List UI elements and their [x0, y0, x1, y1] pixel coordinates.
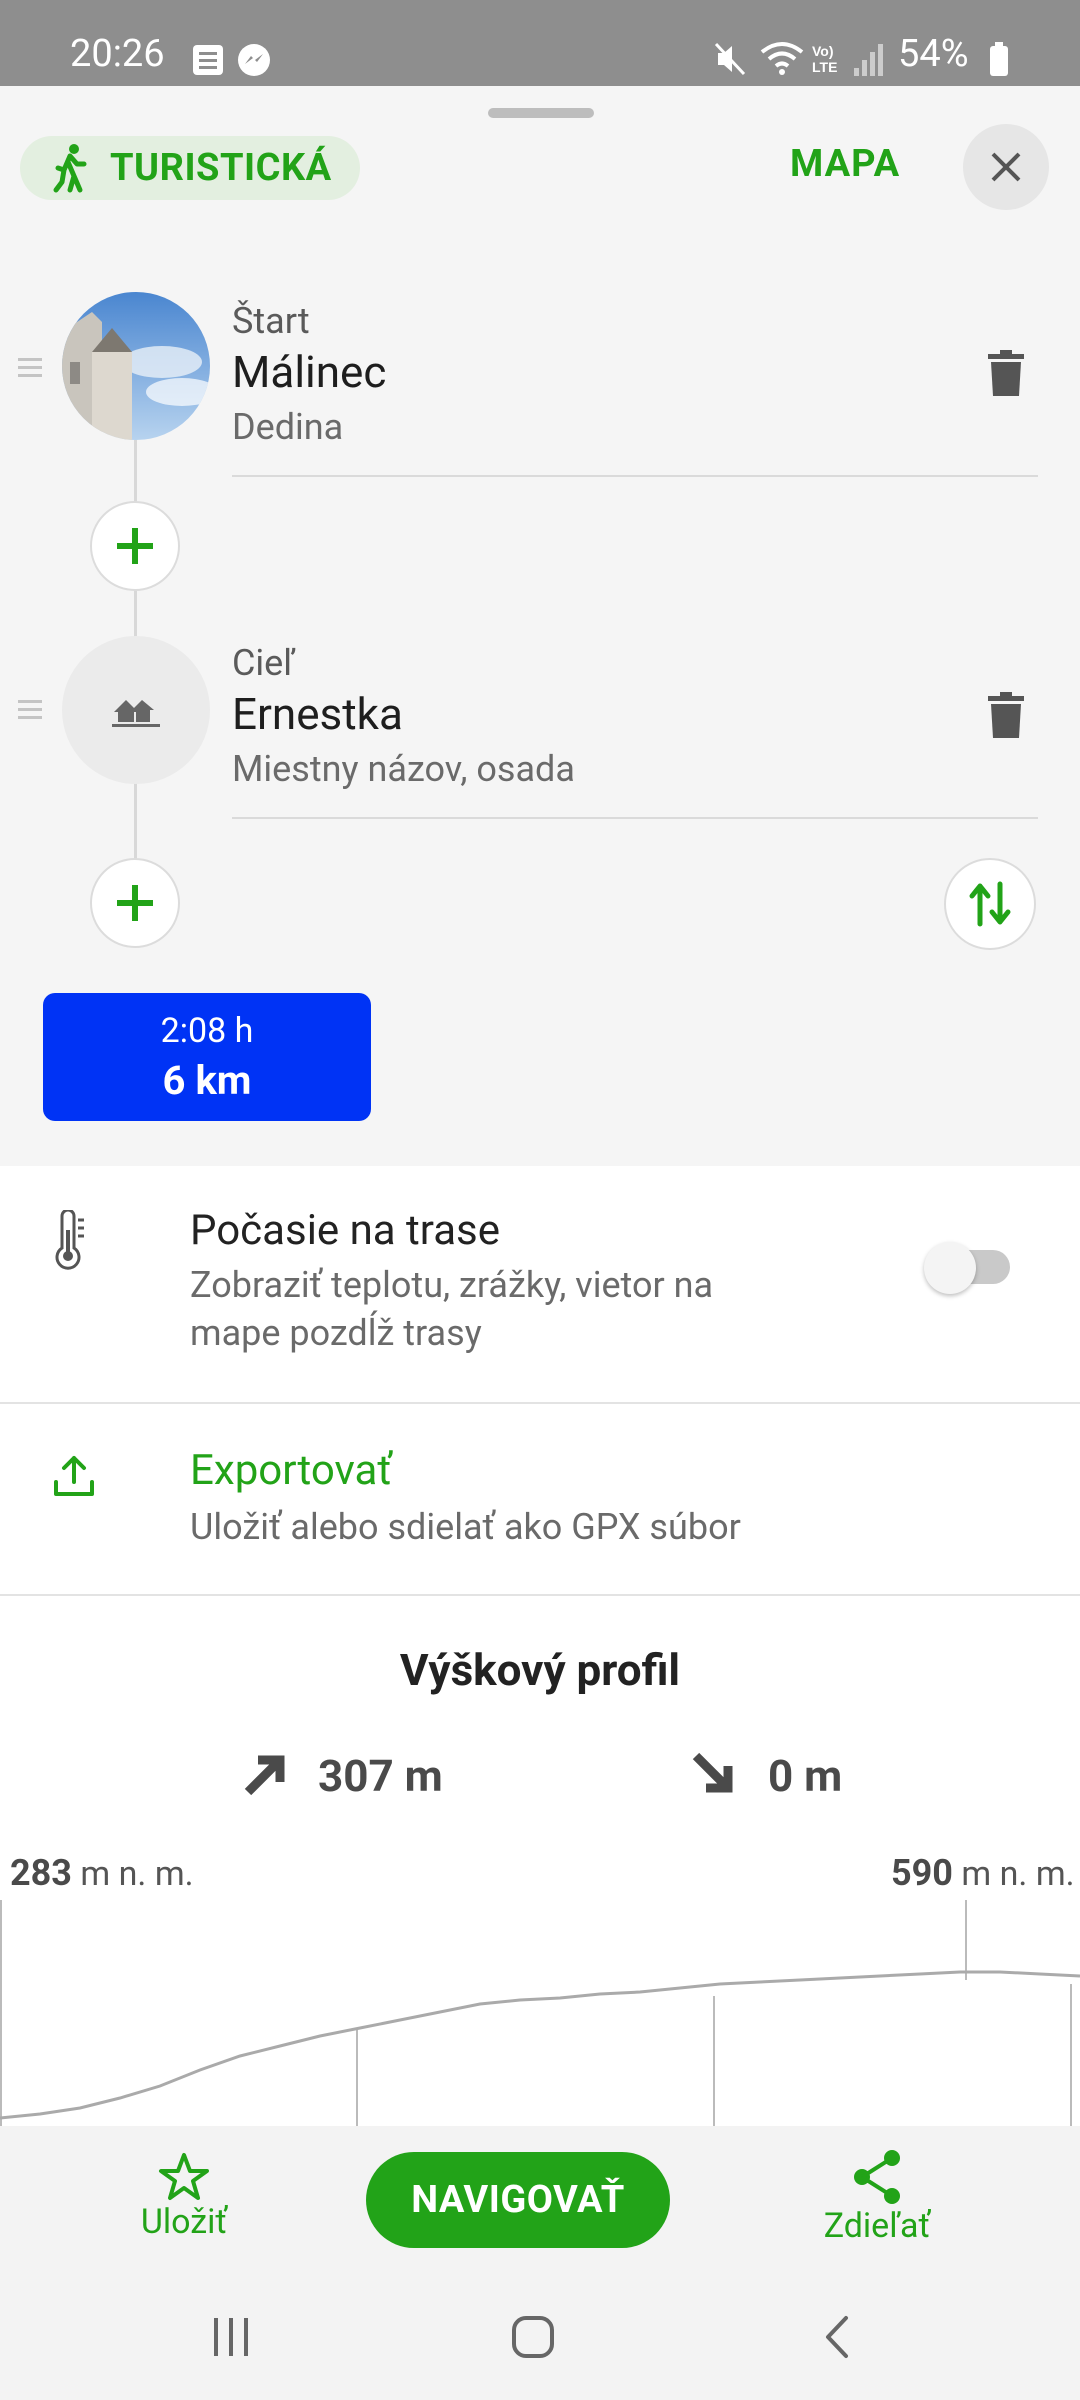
- elevation-max-value: 590: [891, 1852, 953, 1894]
- destination-type: Miestny názov, osada: [232, 748, 575, 790]
- route-mode-chip[interactable]: TURISTICKÁ: [20, 136, 360, 200]
- weather-description-line1: Zobraziť teplotu, zrážky, vietor na: [190, 1264, 714, 1306]
- volte-icon: Vo) LTE: [812, 43, 837, 75]
- destination-place-icon: [62, 636, 210, 784]
- elevation-min-label: 283 m n. m.: [10, 1852, 194, 1894]
- destination-divider: [232, 817, 1038, 819]
- swap-route-button[interactable]: [944, 858, 1036, 950]
- messenger-icon: [238, 44, 270, 76]
- upload-icon[interactable]: [50, 1452, 98, 1500]
- elevation-min-value: 283: [10, 1852, 72, 1894]
- route-distance: 6 km: [162, 1057, 252, 1104]
- home-icon[interactable]: [510, 2314, 556, 2360]
- elevation-descent: 0 m: [768, 1750, 843, 1802]
- plus-icon: [117, 528, 153, 564]
- start-type: Dedina: [232, 406, 344, 448]
- route-mode-label: TURISTICKÁ: [110, 146, 332, 190]
- start-reorder-handle[interactable]: [18, 358, 42, 382]
- swap-arrows-icon: [969, 881, 1011, 927]
- weather-description-line2: mape pozdĺž trasy: [190, 1312, 482, 1354]
- back-icon[interactable]: [818, 2314, 858, 2360]
- recent-apps-icon[interactable]: [208, 2314, 254, 2360]
- start-label: Štart: [232, 300, 310, 342]
- share-icon: [854, 2150, 900, 2204]
- settlement-icon: [112, 700, 160, 727]
- add-waypoint-button[interactable]: [90, 501, 180, 591]
- elevation-max-label: 590 m n. m.: [891, 1852, 1075, 1894]
- route-duration: 2:08 h: [160, 1011, 254, 1051]
- start-divider: [232, 475, 1038, 477]
- weather-title: Počasie na trase: [190, 1206, 500, 1255]
- thermometer-icon: [55, 1210, 84, 1270]
- destination-label: Cieľ: [232, 642, 295, 684]
- signal-icon: [854, 44, 883, 76]
- delete-start-icon[interactable]: [986, 350, 1026, 398]
- status-bar: 20:26 Vo) LTE 54%: [0, 0, 1080, 86]
- battery-percent: 54%: [898, 32, 969, 76]
- hiking-icon: [53, 144, 87, 193]
- add-waypoint-end-button[interactable]: [90, 858, 180, 948]
- battery-icon: [990, 42, 1008, 76]
- news-icon: [193, 45, 223, 75]
- destination-reorder-handle[interactable]: [18, 700, 42, 724]
- save-label: Uložiť: [140, 2202, 228, 2242]
- ascent-arrow-icon: [244, 1755, 285, 1796]
- svg-text:Vo): Vo): [812, 43, 834, 59]
- mute-icon: [714, 42, 746, 76]
- export-description: Uložiť alebo sdielať ako GPX súbor: [190, 1506, 741, 1548]
- export-title[interactable]: Exportovať: [190, 1446, 392, 1495]
- plus-icon: [117, 885, 153, 921]
- section-divider: [0, 1594, 1080, 1596]
- elevation-max-unit: m n. m.: [961, 1854, 1075, 1894]
- route-summary-card[interactable]: 2:08 h 6 km: [43, 993, 371, 1121]
- status-time: 20:26: [70, 32, 165, 76]
- save-button[interactable]: Uložiť: [134, 2152, 234, 2242]
- share-label: Zdieľať: [823, 2206, 931, 2246]
- close-icon: [991, 152, 1021, 182]
- weather-toggle-thumb[interactable]: [924, 1242, 976, 1294]
- start-location-photo: [62, 292, 210, 440]
- descent-arrow-icon: [692, 1752, 733, 1793]
- delete-destination-icon[interactable]: [986, 692, 1026, 740]
- elevation-profile-chart[interactable]: [0, 1900, 1080, 2126]
- navigate-button[interactable]: NAVIGOVAŤ: [366, 2152, 670, 2248]
- start-name[interactable]: Málinec: [232, 346, 386, 398]
- svg-text:LTE: LTE: [812, 59, 837, 75]
- elevation-profile-line: [0, 1970, 1080, 2120]
- close-button[interactable]: [963, 124, 1049, 210]
- elevation-title: Výškový profil: [399, 1644, 681, 1696]
- section-divider: [0, 1402, 1080, 1404]
- map-button[interactable]: MAPA: [790, 142, 900, 186]
- elevation-ascent: 307 m: [318, 1750, 443, 1802]
- sheet-drag-handle[interactable]: [488, 108, 594, 118]
- share-button[interactable]: Zdieľať: [812, 2148, 942, 2246]
- wifi-icon: [760, 42, 804, 75]
- elevation-min-unit: m n. m.: [80, 1854, 194, 1894]
- destination-name[interactable]: Ernestka: [232, 688, 403, 740]
- star-icon: [159, 2153, 209, 2200]
